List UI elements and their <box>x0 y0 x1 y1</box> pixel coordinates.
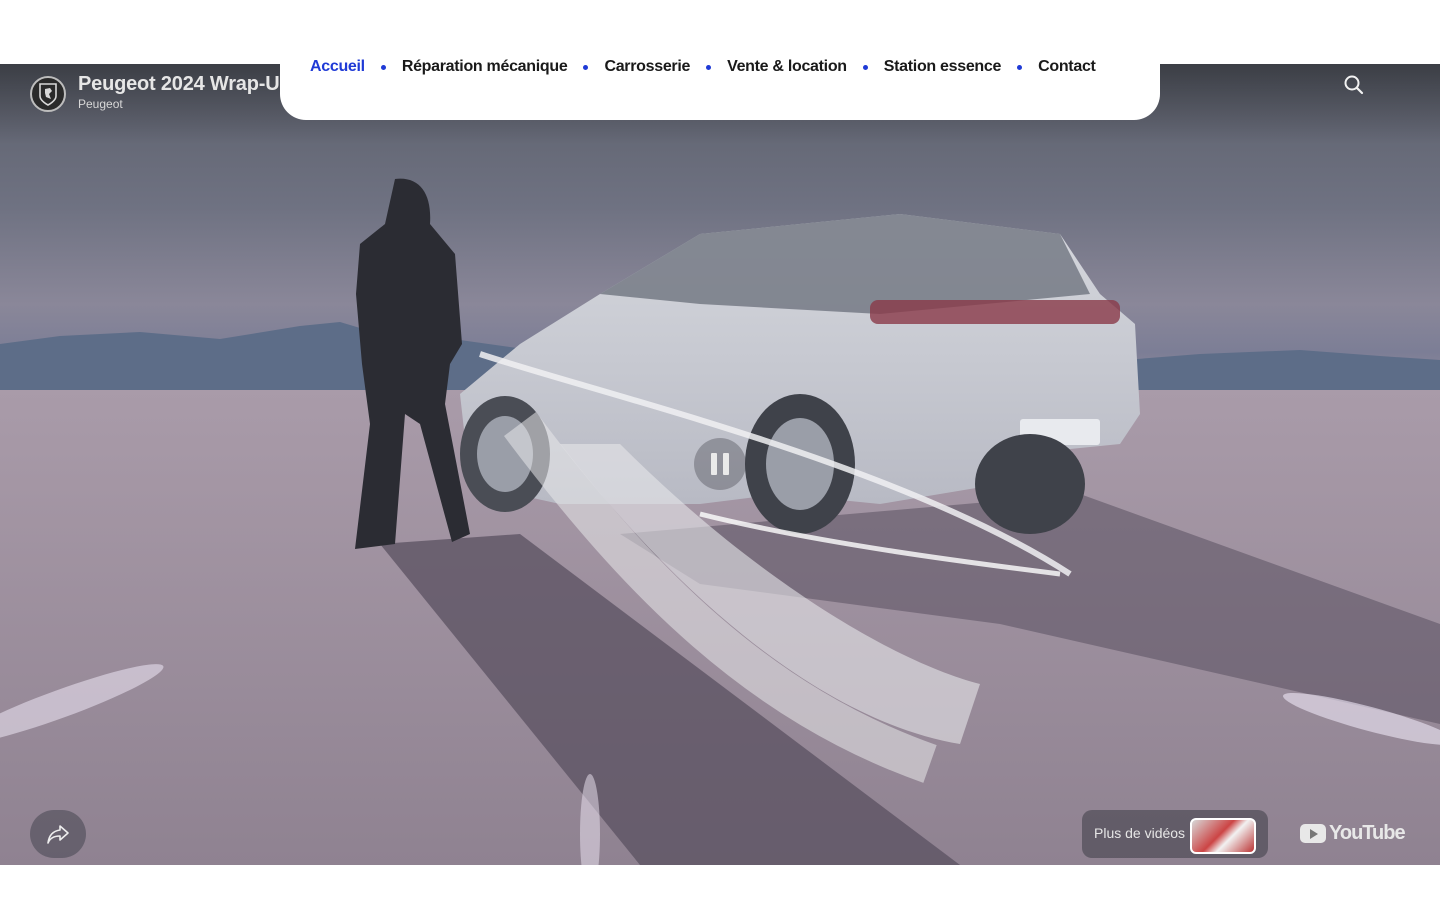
nav-separator-dot <box>583 64 589 70</box>
search-icon[interactable] <box>1342 73 1366 97</box>
pause-button[interactable] <box>694 438 746 490</box>
nav-menu: Accueil Réparation mécanique Carrosserie… <box>310 58 1096 76</box>
video-channel-name[interactable]: Peugeot <box>78 97 123 111</box>
more-videos-thumbnail <box>1190 818 1256 854</box>
share-icon <box>47 825 69 844</box>
nav-item-station-essence[interactable]: Station essence <box>884 58 1002 76</box>
nav-separator-dot <box>1017 64 1023 70</box>
main-navigation: Accueil Réparation mécanique Carrosserie… <box>280 0 1160 120</box>
nav-item-reparation-mecanique[interactable]: Réparation mécanique <box>402 58 568 76</box>
nav-item-contact[interactable]: Contact <box>1038 58 1096 76</box>
nav-item-vente-location[interactable]: Vente & location <box>727 58 847 76</box>
more-videos-label: Plus de vidéos <box>1094 825 1186 841</box>
youtube-logo-icon <box>1300 824 1326 843</box>
more-videos-button[interactable]: Plus de vidéos <box>1082 810 1268 858</box>
nav-item-accueil[interactable]: Accueil <box>310 58 365 76</box>
nav-separator-dot <box>862 64 868 70</box>
video-title[interactable]: Peugeot 2024 Wrap-Up <box>78 73 292 96</box>
youtube-logo-link[interactable]: YouTube <box>1300 822 1406 845</box>
share-button[interactable] <box>30 810 86 858</box>
youtube-wordmark: YouTube <box>1329 822 1406 844</box>
nav-separator-dot <box>380 64 386 70</box>
peugeot-lion-logo-icon[interactable] <box>30 76 66 112</box>
nav-item-carrosserie[interactable]: Carrosserie <box>604 58 690 76</box>
pause-icon <box>711 453 717 475</box>
nav-separator-dot <box>706 64 712 70</box>
